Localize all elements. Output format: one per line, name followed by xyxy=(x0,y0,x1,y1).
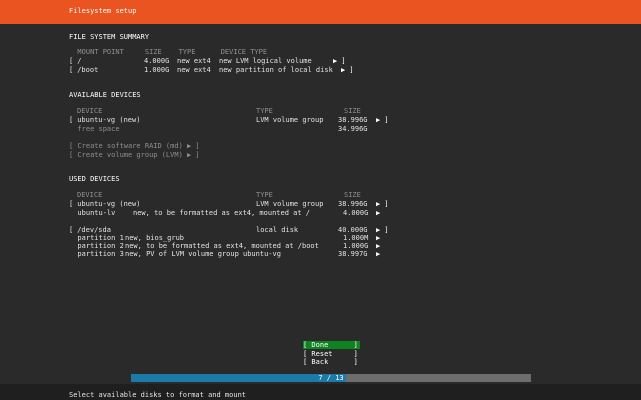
device-type: LVM volume group xyxy=(256,200,324,208)
column-type: TYPE xyxy=(256,107,273,115)
device-type: LVM volume group xyxy=(256,116,324,124)
available-heading: AVAILABLE DEVICES xyxy=(69,91,141,99)
device-type: local disk xyxy=(256,226,299,234)
row-arrow-icon[interactable]: ▶ ] xyxy=(341,67,354,74)
device-type: new partition of local disk xyxy=(219,66,333,74)
create-volume-group-button[interactable]: [ Create volume group (LVM) ▶ ] xyxy=(69,152,200,159)
row-arrow-icon[interactable]: ▶ ] xyxy=(376,117,389,124)
mount-point: /boot xyxy=(73,66,99,74)
free-space-size: 34.996G xyxy=(338,125,368,133)
window-title: Filesystem setup xyxy=(69,7,137,15)
progress-bar: 7 / 13 xyxy=(131,374,531,382)
partition-name: partition 1 xyxy=(69,234,124,242)
column-size: SIZE xyxy=(344,191,361,199)
row-arrow-icon[interactable]: ▶ xyxy=(376,235,380,242)
done-button[interactable]: [ Done ] xyxy=(303,341,360,349)
partition-name: partition 2 xyxy=(69,242,124,250)
row-arrow-icon[interactable]: ▶ ] xyxy=(376,227,389,234)
create-raid-button[interactable]: [ Create software RAID (md) ▶ ] xyxy=(69,143,200,150)
row-arrow-icon[interactable]: ▶ ] xyxy=(333,58,346,65)
status-text: Select available disks to format and mou… xyxy=(69,391,247,399)
device-size: 38.996G xyxy=(338,116,368,124)
progress-text: 7 / 13 xyxy=(318,374,344,382)
device-type: new LVM logical volume xyxy=(219,57,312,65)
device-size: 40.000G xyxy=(338,226,368,234)
size: 1.000G xyxy=(144,66,170,74)
partition-description: new, bios_grub xyxy=(125,234,185,242)
fs-type: new ext4 xyxy=(177,66,211,74)
row-arrow-icon[interactable]: ▶ xyxy=(376,243,380,250)
mount-point: / xyxy=(73,57,82,65)
column-device: DEVICE xyxy=(77,191,103,199)
column-size: SIZE xyxy=(344,107,361,115)
title-bar: Filesystem setup xyxy=(0,0,641,24)
partition-size: 1.000G xyxy=(343,242,369,250)
partition-description: new, to be formatted as ext4, mounted at… xyxy=(125,242,319,250)
summary-header: MOUNT POINT SIZE TYPE DEVICE TYPE xyxy=(69,48,268,56)
device-size: 38.996G xyxy=(338,200,368,208)
lv-name: ubuntu-lv xyxy=(69,209,116,217)
row-arrow-icon[interactable]: ▶ xyxy=(376,251,380,258)
size: 4.000G xyxy=(144,57,170,65)
device-name: /dev/sda xyxy=(73,226,111,234)
back-button[interactable]: [ Back ] xyxy=(303,358,360,366)
partition-description: new, PV of LVM volume group ubuntu-vg xyxy=(125,250,281,258)
summary-heading: FILE SYSTEM SUMMARY xyxy=(69,33,150,41)
device-name: ubuntu-vg (new) xyxy=(73,116,141,124)
device-name: ubuntu-vg (new) xyxy=(73,200,141,208)
column-type: TYPE xyxy=(256,191,273,199)
row-arrow-icon[interactable]: ▶ ] xyxy=(376,201,389,208)
lv-size: 4.000G xyxy=(343,209,369,217)
free-space-label: free space xyxy=(69,125,120,133)
used-heading: USED DEVICES xyxy=(69,175,120,183)
status-bar: Select available disks to format and mou… xyxy=(0,384,641,400)
reset-button[interactable]: [ Reset ] xyxy=(303,350,360,358)
partition-name: partition 3 xyxy=(69,250,124,258)
lv-description: new, to be formatted as ext4, mounted at… xyxy=(133,209,311,217)
fs-type: new ext4 xyxy=(177,57,211,65)
column-device: DEVICE xyxy=(77,107,103,115)
partition-size: 38.997G xyxy=(338,250,368,258)
row-arrow-icon[interactable]: ▶ xyxy=(376,210,380,217)
partition-size: 1.000M xyxy=(343,234,369,242)
